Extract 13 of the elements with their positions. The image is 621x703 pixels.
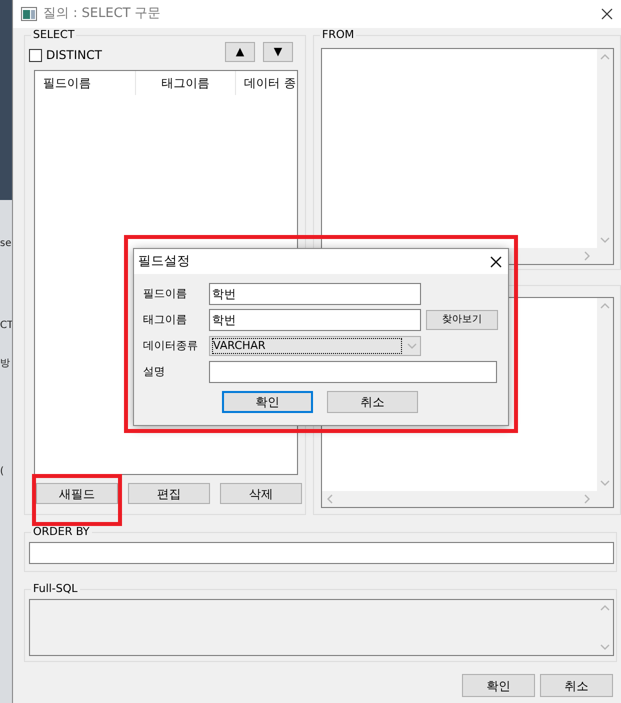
dialog-title: 필드설정 (138, 252, 191, 271)
background-text: 방 (0, 358, 11, 370)
dropdown-value: VARCHAR (212, 338, 402, 354)
background-text: CT (0, 320, 12, 332)
window-title: 질의 : SELECT 구문 (43, 5, 162, 24)
field-label: 필드이름 (143, 286, 188, 302)
background-text: se (0, 238, 12, 250)
field-label: 데이터종류 (143, 338, 199, 354)
field-label: 태그이름 (143, 312, 188, 328)
checkbox-label: DISTINCT (46, 47, 102, 64)
group-label: Full-SQL (31, 582, 80, 596)
field-label: 설명 (143, 364, 166, 380)
background-text: ( (0, 466, 5, 478)
